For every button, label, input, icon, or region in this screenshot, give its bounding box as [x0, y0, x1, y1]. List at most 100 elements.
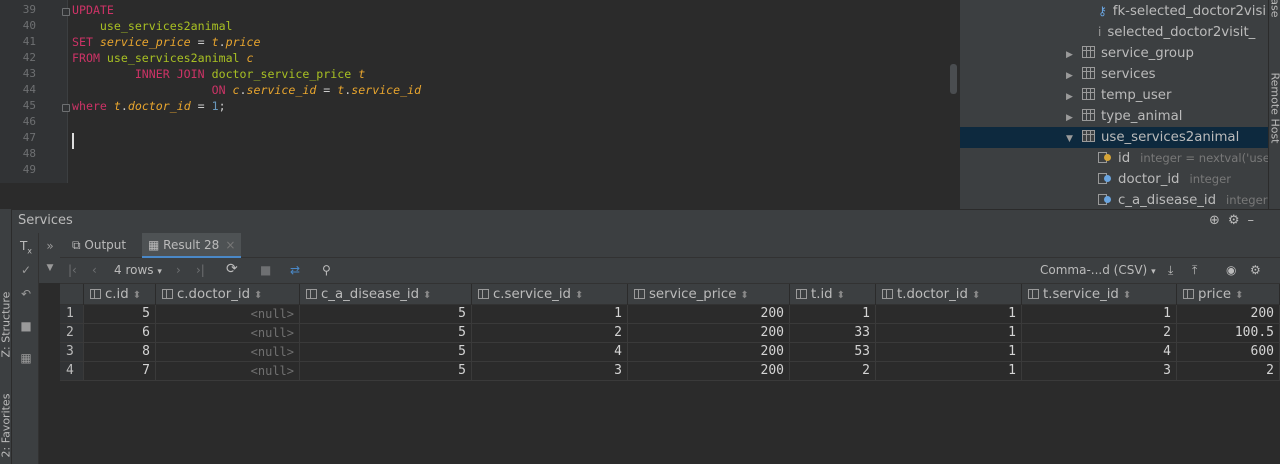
fold-marker-icon[interactable]	[62, 104, 70, 112]
rows-count-dropdown[interactable]: 4 rows ▾	[114, 263, 162, 277]
table-cell[interactable]: 1	[876, 305, 1022, 323]
tree-item-index[interactable]: i selected_doctor2visit_	[1098, 22, 1255, 43]
dropdown-icon[interactable]: ▼	[43, 263, 57, 273]
column-header[interactable]: t.doctor_id ⬍	[876, 284, 1022, 305]
upload-icon[interactable]: ⤒	[1192, 263, 1197, 278]
table-cell[interactable]: 5	[84, 305, 156, 323]
editor-scrollbar[interactable]	[950, 64, 957, 94]
cancel-query-icon[interactable]: ■	[260, 263, 271, 277]
gear-icon[interactable]: ⚙	[1228, 213, 1248, 228]
table-cell[interactable]: 5	[300, 343, 472, 361]
favorites-tool-tab[interactable]: 2: Favorites	[0, 394, 13, 458]
expand-arrow-icon[interactable]: ▶	[1066, 108, 1076, 129]
table-cell[interactable]: 33	[790, 324, 876, 342]
tab-result[interactable]: ▦ Result 28 ×	[142, 233, 242, 258]
table-cell[interactable]: 1	[876, 343, 1022, 361]
table-cell[interactable]: <null>	[156, 362, 300, 380]
collapse-arrow-icon[interactable]: ▼	[1066, 129, 1076, 150]
download-icon[interactable]: ⤓	[1168, 263, 1173, 278]
transaction-icon[interactable]: ⇄	[290, 263, 300, 277]
table-cell[interactable]: 3	[472, 362, 628, 380]
remote-host-tool-tab[interactable]: Remote Host	[1269, 73, 1280, 144]
sql-editor[interactable]: 39 40 41 42 43 44 45 46 47 48 49 UPDATE use_servic…	[0, 0, 960, 183]
tree-item-fk[interactable]: ⚷ fk-selected_doctor2visi	[1098, 1, 1266, 22]
expand-arrow-icon[interactable]: ▶	[1066, 87, 1076, 108]
expand-icon[interactable]: »	[43, 239, 57, 253]
table-cell[interactable]: 200	[628, 324, 790, 342]
sort-icon[interactable]: ⬍	[1123, 290, 1131, 301]
table-cell[interactable]: 4	[472, 343, 628, 361]
table-cell[interactable]: 200	[1177, 305, 1280, 323]
target-icon[interactable]: ⊕	[1209, 213, 1228, 228]
pin-icon[interactable]: ⚲	[322, 263, 331, 277]
view-icon[interactable]: ◉	[1226, 263, 1236, 277]
table-cell[interactable]: 5	[300, 305, 472, 323]
refresh-icon[interactable]: ⟳	[226, 261, 238, 277]
table-cell[interactable]: 2	[1177, 362, 1280, 380]
table-cell[interactable]: 1	[876, 362, 1022, 380]
stop-icon[interactable]: ■	[19, 319, 33, 333]
table-cell[interactable]: 1	[1022, 305, 1177, 323]
export-format-dropdown[interactable]: Comma-...d (CSV) ▾	[1040, 263, 1156, 277]
table-cell[interactable]: 200	[628, 343, 790, 361]
table-cell[interactable]: 6	[84, 324, 156, 342]
sort-icon[interactable]: ⬍	[740, 290, 748, 301]
expand-arrow-icon[interactable]: ▶	[1066, 45, 1076, 66]
next-page-icon[interactable]: ›	[176, 263, 181, 277]
column-header[interactable]: t.id ⬍	[790, 284, 876, 305]
fold-marker-icon[interactable]	[62, 8, 70, 16]
table-cell[interactable]: 600	[1177, 343, 1280, 361]
table-row[interactable]: 1 5 <null> 5 1 200 1 1 1 200	[60, 305, 1280, 324]
column-header[interactable]: c.id ⬍	[84, 284, 156, 305]
table-cell[interactable]: <null>	[156, 343, 300, 361]
tree-item-table[interactable]: ▶ temp_user	[1066, 85, 1171, 106]
tree-item-table[interactable]: ▶ services	[1066, 64, 1156, 85]
table-row[interactable]: 2 6 <null> 5 2 200 33 1 2 100.5	[60, 324, 1280, 343]
table-cell[interactable]: 2	[472, 324, 628, 342]
table-cell[interactable]: 2	[1022, 324, 1177, 342]
last-page-icon[interactable]: ›|	[196, 263, 205, 277]
tree-item-column[interactable]: doctor_id integer	[1098, 169, 1231, 190]
tab-output[interactable]: ⧉ Output	[66, 233, 132, 258]
table-cell[interactable]: 5	[300, 362, 472, 380]
column-header[interactable]: service_price ⬍	[628, 284, 790, 305]
table-row[interactable]: 4 7 <null> 5 3 200 2 1 3 2	[60, 362, 1280, 381]
table-cell[interactable]: <null>	[156, 324, 300, 342]
database-tool-tab[interactable]: abase	[1269, 0, 1280, 53]
table-cell[interactable]: 200	[628, 362, 790, 380]
first-page-icon[interactable]: |‹	[68, 263, 77, 277]
table-cell[interactable]: 53	[790, 343, 876, 361]
sort-icon[interactable]: ⬍	[254, 290, 262, 301]
close-icon[interactable]: ×	[225, 238, 235, 252]
table-cell[interactable]: 8	[84, 343, 156, 361]
sort-icon[interactable]: ⬍	[1235, 290, 1243, 301]
structure-tool-tab[interactable]: Z: Structure	[0, 292, 13, 358]
column-header[interactable]: t.service_id ⬍	[1022, 284, 1177, 305]
table-row[interactable]: 3 8 <null> 5 4 200 53 1 4 600	[60, 343, 1280, 362]
prev-page-icon[interactable]: ‹	[92, 263, 97, 277]
sort-icon[interactable]: ⬍	[972, 290, 980, 301]
database-tree[interactable]: ⚷ fk-selected_doctor2visi i selected_docto…	[960, 0, 1268, 209]
rollback-icon[interactable]: ↶	[19, 287, 33, 301]
sort-icon[interactable]: ⬍	[575, 290, 583, 301]
table-cell[interactable]: 2	[790, 362, 876, 380]
column-header[interactable]: c_a_disease_id ⬍	[300, 284, 472, 305]
expand-arrow-icon[interactable]: ▶	[1066, 66, 1076, 87]
settings-icon[interactable]: ⚙	[1250, 263, 1261, 277]
table-cell[interactable]: 1	[876, 324, 1022, 342]
result-grid[interactable]: c.id ⬍ c.doctor_id ⬍ c_a_disease_id ⬍ c.servic…	[60, 284, 1280, 464]
tree-item-column[interactable]: c_a_disease_id integer	[1098, 190, 1268, 209]
commit-icon[interactable]: ✓	[19, 263, 33, 277]
sort-icon[interactable]: ⬍	[133, 290, 141, 301]
table-cell[interactable]: 1	[790, 305, 876, 323]
column-header[interactable]: price ⬍	[1177, 284, 1280, 305]
table-cell[interactable]: 1	[472, 305, 628, 323]
table-cell[interactable]: 100.5	[1177, 324, 1280, 342]
tree-item-column[interactable]: id integer = nextval('use_	[1098, 148, 1268, 169]
table-cell[interactable]: 7	[84, 362, 156, 380]
column-header[interactable]: c.service_id ⬍	[472, 284, 628, 305]
sort-icon[interactable]: ⬍	[837, 290, 845, 301]
tree-item-table[interactable]: ▶ type_animal	[1066, 106, 1182, 127]
table-cell[interactable]: <null>	[156, 305, 300, 323]
table-cell[interactable]: 4	[1022, 343, 1177, 361]
